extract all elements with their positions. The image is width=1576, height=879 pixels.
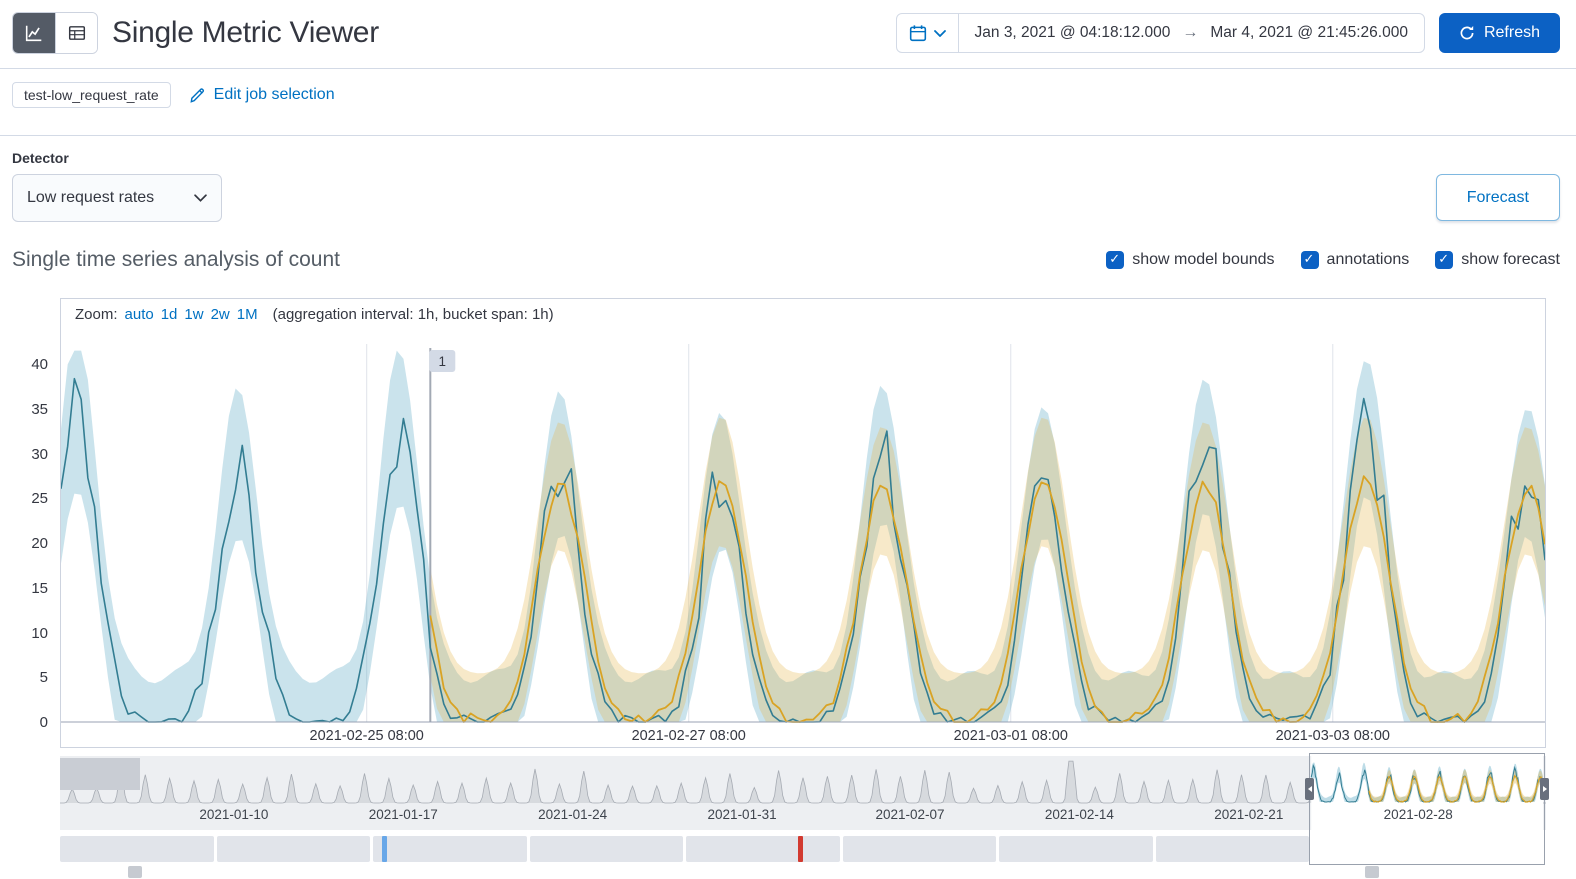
svg-text:2021-03-03 08:00: 2021-03-03 08:00 (1276, 728, 1390, 744)
zoom-1d-link[interactable]: 1d (161, 306, 178, 323)
date-range: Jan 3, 2021 @ 04:18:12.000 → Mar 4, 2021… (959, 24, 1424, 42)
chart-icon (25, 25, 42, 42)
pencil-icon (190, 87, 204, 103)
annotations-lane-segment (216, 836, 371, 862)
svg-text:2021-03-01 08:00: 2021-03-01 08:00 (954, 728, 1068, 744)
page-header: Single Metric Viewer Jan 3, 2021 @ 04:18… (0, 0, 1576, 54)
edit-job-selection-label: Edit job selection (213, 86, 335, 103)
blue-annotation-marker[interactable] (381, 836, 387, 862)
chart-view-button[interactable] (13, 13, 55, 53)
detector-selected-value: Low request rates (27, 189, 155, 206)
annotations-lane-segment (999, 836, 1153, 862)
annotations-lane-segment (529, 836, 684, 862)
chart-options: show model bounds annotations show forec… (1106, 251, 1560, 269)
calendar-icon (909, 25, 926, 42)
quick-select-button[interactable] (897, 14, 959, 52)
checkbox-show-model-bounds[interactable]: show model bounds (1106, 251, 1275, 269)
checkbox-label: show model bounds (1132, 251, 1275, 268)
svg-text:2021-02-27 08:00: 2021-02-27 08:00 (632, 728, 746, 744)
checkbox-checked-icon (1106, 251, 1125, 269)
refresh-label: Refresh (1483, 24, 1540, 41)
svg-text:2021-02-07: 2021-02-07 (875, 807, 944, 822)
select-chevron-down-icon (194, 194, 207, 202)
svg-text:2021-01-31: 2021-01-31 (708, 807, 777, 822)
edit-job-selection-link[interactable]: Edit job selection (189, 86, 335, 104)
detector-select[interactable]: Low request rates (12, 174, 222, 222)
refresh-icon (1460, 26, 1474, 40)
zoom-auto-link[interactable]: auto (125, 306, 154, 323)
zoom-1M-link[interactable]: 1M (237, 306, 258, 323)
y-axis-labels: 0 5 10 15 20 25 30 35 40 (31, 356, 48, 731)
aggregation-note: (aggregation interval: 1h, bucket span: … (272, 306, 554, 323)
swimlane-cell (1364, 866, 1379, 878)
job-bar: test-low_request_rate Edit job selection (0, 69, 1576, 121)
annotations-lane-segment (686, 836, 840, 862)
annotations-lane-segment (60, 836, 214, 862)
forecast-button[interactable]: Forecast (1435, 174, 1560, 221)
start-date-button[interactable]: Jan 3, 2021 @ 04:18:12.000 (975, 24, 1171, 42)
svg-text:2021-02-25 08:00: 2021-02-25 08:00 (310, 728, 424, 744)
annotations-lane-segment (842, 836, 997, 862)
swimlane-cell (128, 866, 143, 878)
svg-text:2021-01-24: 2021-01-24 (538, 807, 608, 822)
selection-brush[interactable] (1305, 753, 1550, 865)
view-toggle-group (12, 12, 98, 54)
swimlane (60, 866, 1546, 878)
brush-right-handle[interactable] (1540, 778, 1550, 800)
range-arrow-icon: → (1182, 24, 1199, 41)
end-date-button[interactable]: Mar 4, 2021 @ 21:45:26.000 (1210, 24, 1408, 42)
svg-text:2021-01-10: 2021-01-10 (199, 807, 268, 822)
chart-area: 0 5 10 15 20 25 30 35 40 Zoom: auto 1d 1w 2w 1M … (12, 298, 1550, 878)
page-title: Single Metric Viewer (112, 16, 379, 49)
checkbox-label: show forecast (1461, 251, 1560, 268)
checkbox-annotations[interactable]: annotations (1300, 251, 1410, 269)
svg-text:2021-02-14: 2021-02-14 (1045, 807, 1115, 822)
detector-label: Detector (12, 150, 69, 166)
chevron-down-icon (933, 29, 946, 37)
time-series-chart[interactable]: 2021-02-25 08:00 2021-02-27 08:00 2021-03-… (61, 330, 1545, 747)
table-view-button[interactable] (55, 13, 97, 53)
zoom-2w-link[interactable]: 2w (211, 306, 230, 323)
svg-text:2021-01-17: 2021-01-17 (369, 807, 438, 822)
zoom-1w-link[interactable]: 1w (184, 306, 203, 323)
refresh-button[interactable]: Refresh (1438, 13, 1560, 53)
date-picker: Jan 3, 2021 @ 04:18:12.000 → Mar 4, 2021… (895, 13, 1425, 53)
brush-left-handle[interactable] (1305, 778, 1315, 800)
svg-text:1: 1 (439, 354, 446, 369)
zoom-controls: Zoom: auto 1d 1w 2w 1M (aggregation inte… (61, 299, 1545, 330)
checkbox-checked-icon (1435, 251, 1454, 269)
table-icon (68, 26, 85, 40)
annotations-lane-segment (373, 836, 527, 862)
main-chart-panel: Zoom: auto 1d 1w 2w 1M (aggregation inte… (60, 298, 1546, 748)
series-heading-row: Single time series analysis of count sho… (0, 222, 1576, 272)
job-badge: test-low_request_rate (12, 82, 171, 108)
zoom-label: Zoom: (75, 306, 118, 323)
detector-section: Detector Low request rates Forecast (0, 136, 1576, 222)
red-annotation-marker[interactable] (798, 836, 804, 862)
checkbox-label: annotations (1326, 251, 1410, 268)
annotations-lane-segment (1155, 836, 1310, 862)
svg-text:2021-02-21: 2021-02-21 (1214, 807, 1283, 822)
checkbox-checked-icon (1300, 251, 1319, 269)
checkbox-show-forecast[interactable]: show forecast (1435, 251, 1560, 269)
timeline-navigator: 2021-01-10 2021-01-17 2021-01-24 2021-01-31… (60, 753, 1550, 878)
series-heading: Single time series analysis of count (12, 248, 340, 271)
